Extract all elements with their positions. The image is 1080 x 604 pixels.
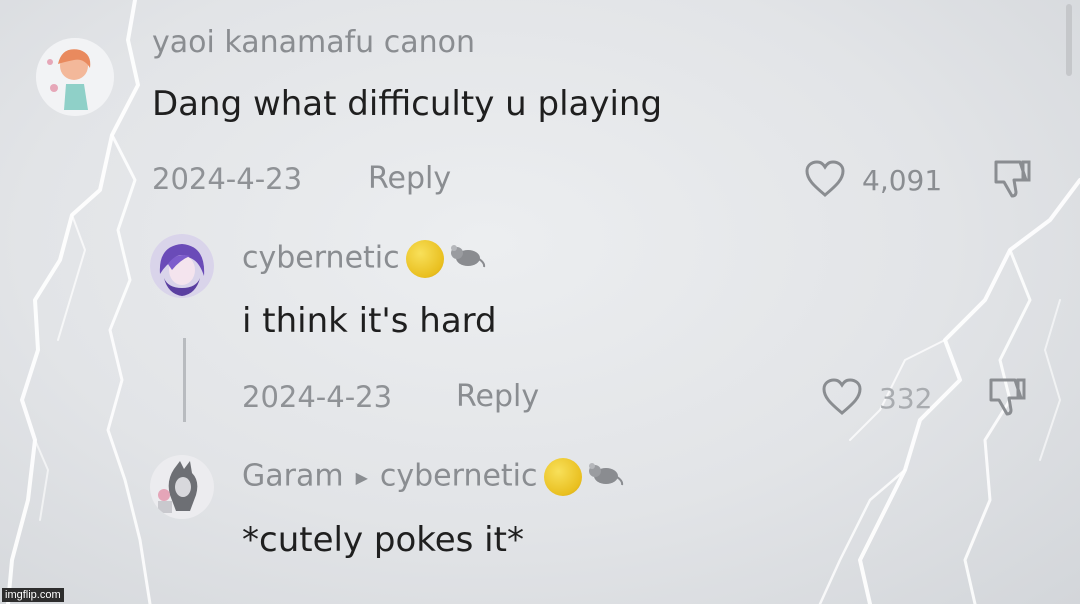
comment-text: *cutely pokes it* — [242, 520, 524, 560]
avatar[interactable] — [36, 38, 114, 116]
comment-date: 2024-4-23 — [242, 380, 393, 414]
dislike-icon[interactable] — [985, 376, 1029, 422]
heart-icon[interactable] — [805, 160, 845, 202]
coin-badge-icon — [543, 458, 582, 496]
comment-date: 2024-4-23 — [152, 162, 303, 196]
like-count: 332 — [879, 382, 933, 415]
avatar[interactable] — [150, 234, 214, 298]
reply-arrow-icon: ▶ — [355, 467, 368, 487]
username-text[interactable]: Garam — [242, 459, 344, 494]
comment-text: Dang what difficulty u playing — [152, 84, 663, 124]
scrollbar[interactable] — [1066, 4, 1072, 76]
avatar-illustration-icon — [150, 455, 214, 519]
comment-username[interactable]: Garam ▶ cybernetic — [242, 458, 624, 496]
avatar-illustration-icon — [36, 38, 114, 116]
dislike-icon[interactable] — [990, 158, 1034, 204]
rat-badge-icon — [586, 459, 624, 495]
comment-text: i think it's hard — [242, 301, 497, 341]
watermark: imgflip.com — [2, 588, 64, 602]
rat-badge-icon — [448, 241, 486, 277]
avatar[interactable] — [150, 455, 214, 519]
heart-icon[interactable] — [822, 378, 862, 420]
comment-username[interactable]: cybernetic — [242, 240, 486, 278]
thread-line — [183, 338, 186, 422]
reply-button[interactable]: Reply — [456, 379, 539, 414]
reply-button[interactable]: Reply — [368, 161, 451, 196]
reply-to-username[interactable]: cybernetic — [380, 459, 538, 494]
like-count: 4,091 — [862, 164, 943, 197]
username-text[interactable]: cybernetic — [242, 241, 400, 276]
avatar-illustration-icon — [150, 234, 214, 298]
coin-badge-icon — [405, 240, 444, 278]
comment-username[interactable]: yaoi kanamafu canon — [152, 25, 475, 60]
